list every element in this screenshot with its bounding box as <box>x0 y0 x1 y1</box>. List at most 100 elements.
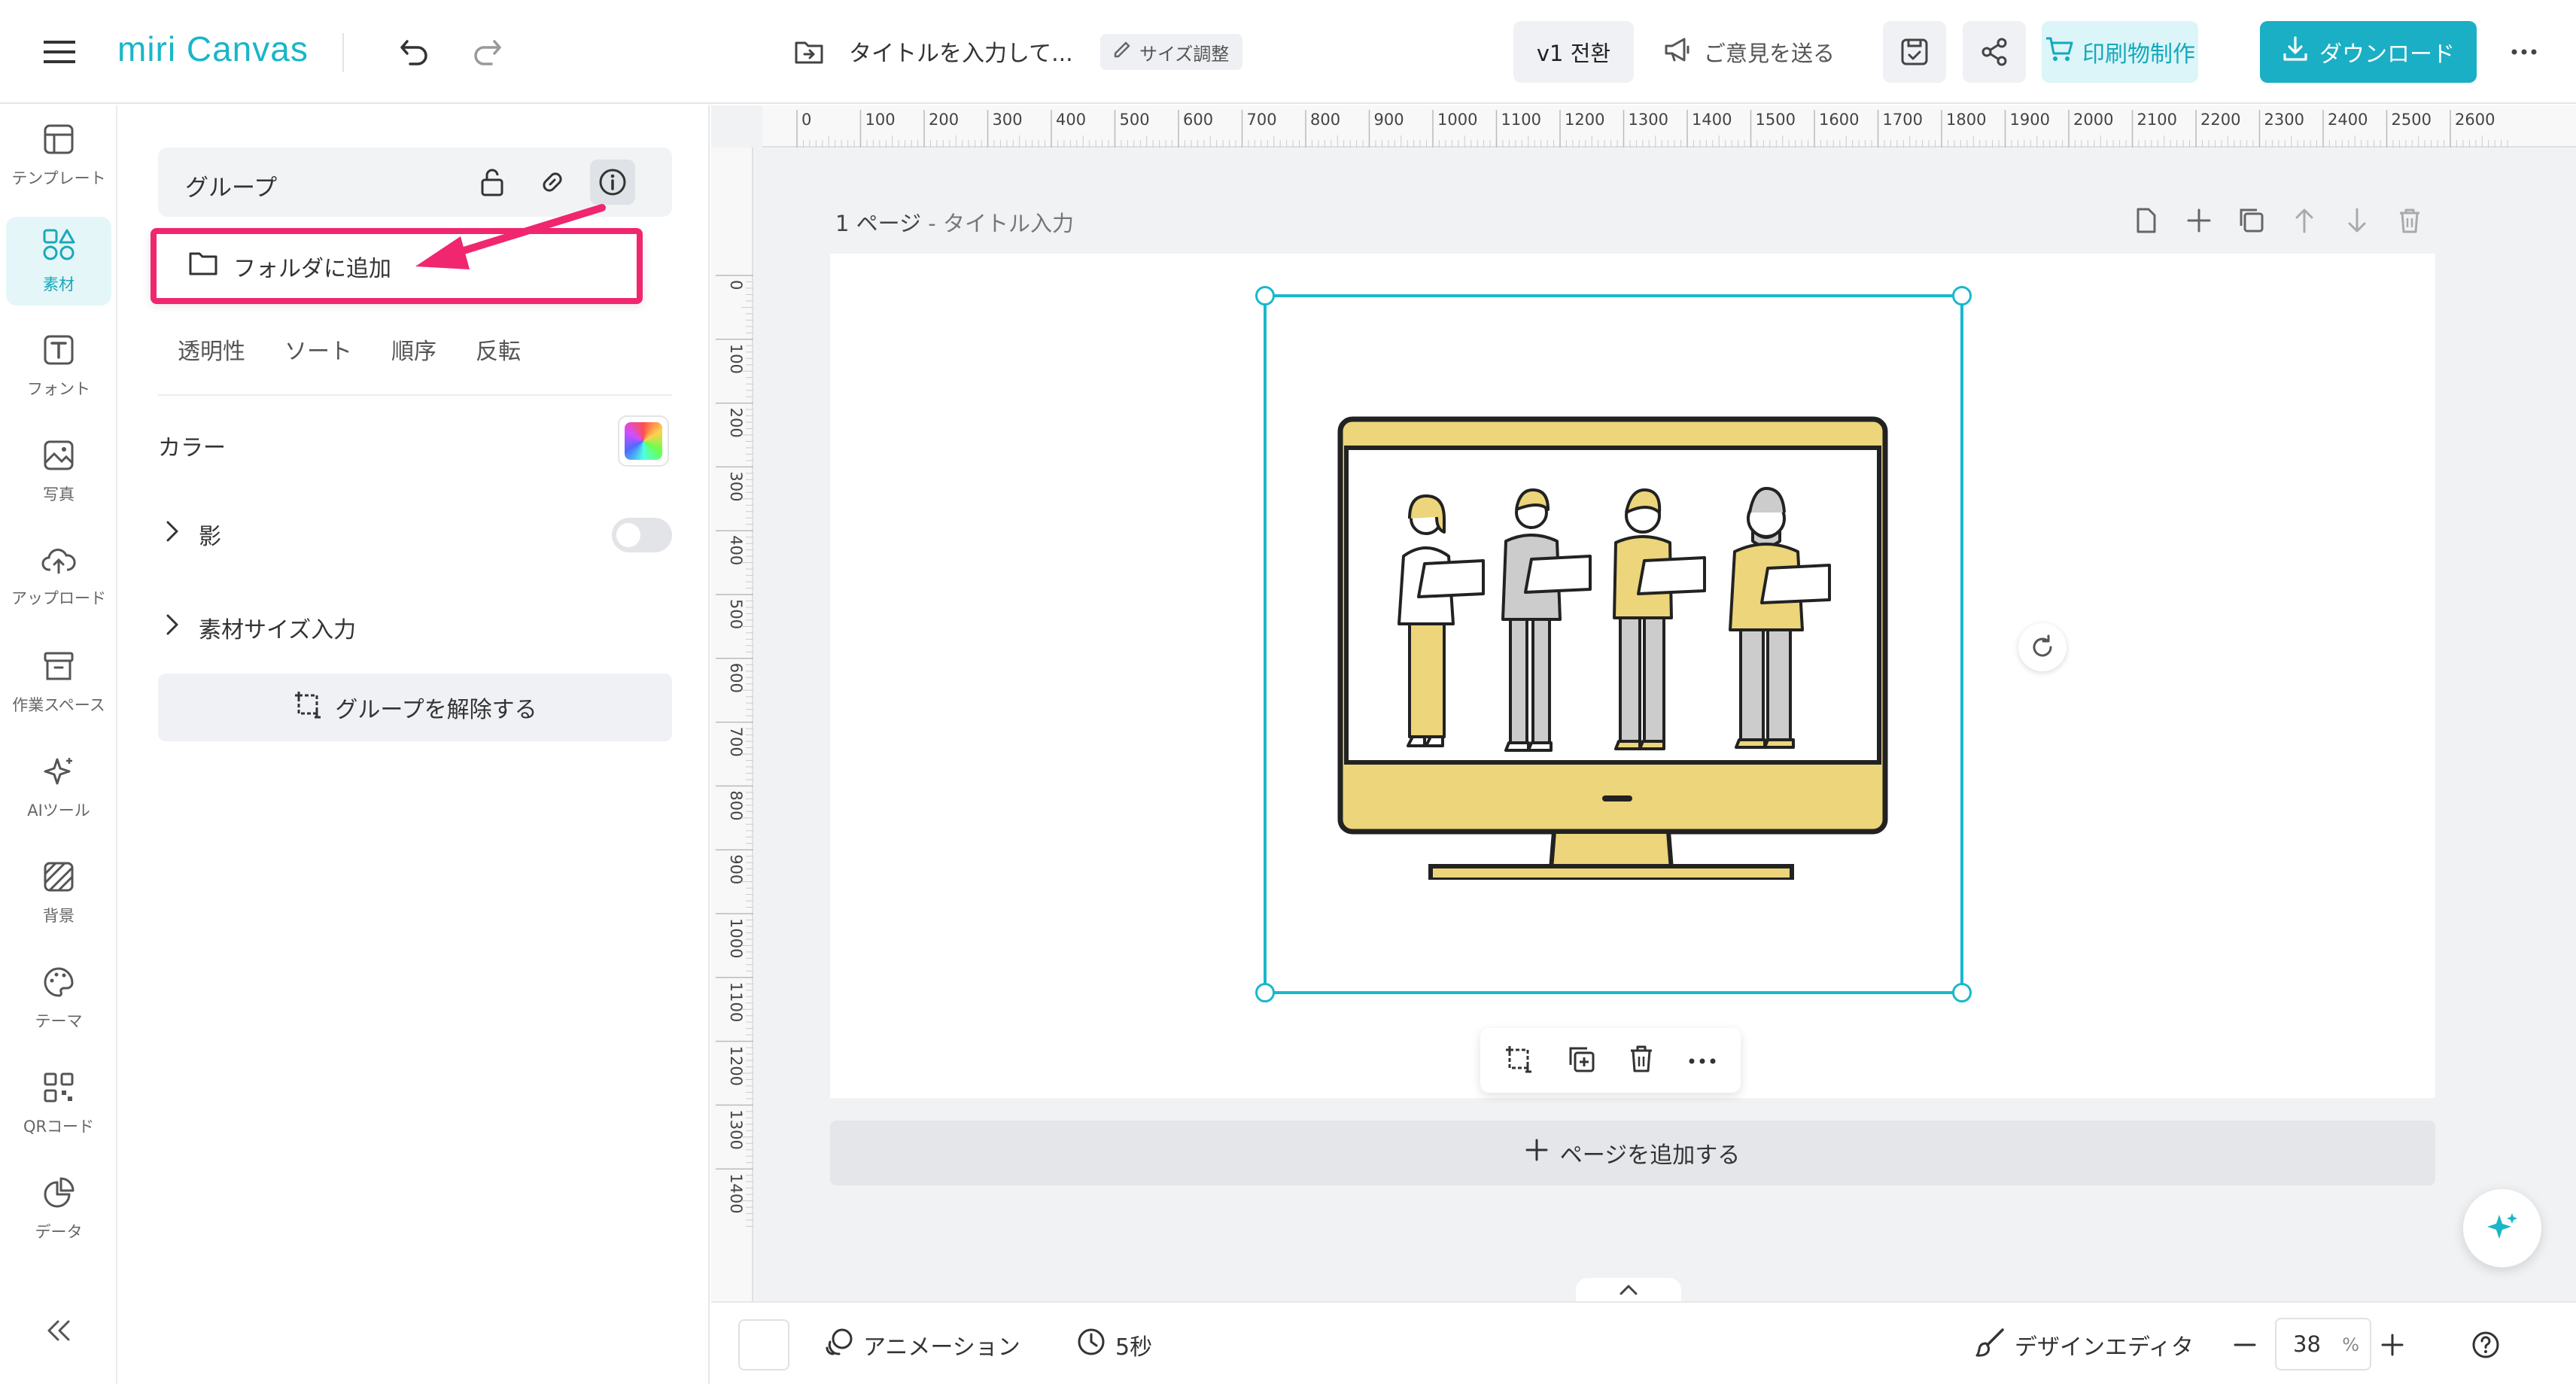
page-title-separator: - <box>921 211 943 236</box>
qr-icon <box>42 1071 75 1107</box>
resize-button[interactable]: サイズ調整 <box>1100 34 1243 70</box>
background-icon <box>42 860 75 896</box>
delete-page-icon[interactable] <box>2391 202 2428 239</box>
print-order-label: 印刷物制作 <box>2082 41 2195 68</box>
ruler-label: 1200 <box>1565 111 1604 129</box>
move-page-up-icon[interactable] <box>2286 202 2323 239</box>
print-order-button[interactable]: 印刷物制作 <box>2042 21 2198 83</box>
ruler-label: 400 <box>1056 111 1086 129</box>
rail-item-elements[interactable]: 素材 <box>6 217 111 306</box>
animation-button[interactable]: アニメーション <box>824 1319 1020 1370</box>
duplicate-icon[interactable] <box>1566 1044 1596 1077</box>
undo-icon[interactable] <box>393 30 436 74</box>
resize-label: サイズ調整 <box>1139 43 1230 65</box>
selection-frame[interactable] <box>1255 286 1972 1002</box>
ai-assistant-button[interactable] <box>2463 1189 2541 1267</box>
redo-icon[interactable] <box>465 30 509 74</box>
document-title[interactable]: タイトルを入力して... <box>849 35 1073 68</box>
resize-handle[interactable] <box>1952 286 1972 306</box>
font-icon <box>42 333 75 370</box>
design-editor-label: デザインエディタ <box>2015 1334 2194 1361</box>
more-options-icon[interactable] <box>2497 21 2551 83</box>
element-size-row[interactable]: 素材サイズ入力 <box>166 611 356 644</box>
rail-item-background[interactable]: 背景 <box>6 849 111 938</box>
duration-button[interactable]: 5秒 <box>1076 1319 1152 1370</box>
rail-item-photo[interactable]: 写真 <box>6 427 111 516</box>
menu-icon[interactable] <box>39 33 80 71</box>
move-to-folder-icon[interactable] <box>792 35 826 69</box>
rail-item-data[interactable]: データ <box>6 1165 111 1254</box>
zoom-in-icon[interactable] <box>2370 1319 2415 1370</box>
ungroup-icon[interactable] <box>1504 1044 1534 1077</box>
tab-sort[interactable]: ソート <box>284 333 352 366</box>
more-icon[interactable] <box>1687 1054 1717 1068</box>
rail-item-theme[interactable]: テーマ <box>6 954 111 1043</box>
palette-icon <box>42 966 75 1002</box>
brush-icon <box>1975 1327 2006 1363</box>
zoom-value: 38 <box>2293 1331 2321 1357</box>
add-page-icon[interactable] <box>2180 202 2218 239</box>
download-button[interactable]: ダウンロード <box>2260 21 2477 83</box>
move-page-down-icon[interactable] <box>2338 202 2376 239</box>
add-page-label: ページを追加する <box>1559 1142 1741 1169</box>
app-logo[interactable]: miri Canvas <box>117 29 309 69</box>
share-button[interactable] <box>1963 21 2026 83</box>
page-title-input[interactable]: タイトル入力 <box>943 211 1074 236</box>
shadow-label: 影 <box>199 524 221 550</box>
template-icon <box>42 123 75 159</box>
version-switch-button[interactable]: v1 전환 <box>1513 21 1634 83</box>
ruler-label: 900 <box>727 854 745 884</box>
resize-handle[interactable] <box>1255 983 1275 1002</box>
page-title-label[interactable]: 1 ページ - タイトル入力 <box>835 206 1074 238</box>
feedback-button[interactable]: ご意見を送る <box>1663 23 1835 81</box>
help-icon[interactable] <box>2460 1319 2511 1370</box>
shadow-row[interactable]: 影 <box>166 518 221 551</box>
rail-label: 写真 <box>43 485 75 503</box>
rail-item-qr[interactable]: QRコード <box>6 1060 111 1148</box>
ruler-label: 1100 <box>1501 111 1541 129</box>
megaphone-icon <box>1663 36 1693 68</box>
rail-item-workspace[interactable]: 作業スペース <box>6 638 111 727</box>
ruler-label: 2000 <box>2073 111 2113 129</box>
ruler-label: 500 <box>727 599 745 629</box>
rail-label: 背景 <box>43 907 75 925</box>
save-button[interactable] <box>1883 21 1946 83</box>
ungroup-button[interactable]: グループを解除する <box>158 674 672 741</box>
ruler-label: 2300 <box>2264 111 2304 129</box>
add-page-button[interactable]: ページを追加する <box>830 1121 2435 1185</box>
rail-item-font[interactable]: フォント <box>6 322 111 411</box>
collapse-rail-icon[interactable] <box>38 1309 80 1352</box>
top-toolbar: miri Canvas タイトルを入力して... サイズ調整 v1 전환 ご意見… <box>0 0 2576 104</box>
chart-icon <box>42 1176 75 1212</box>
divider <box>158 394 672 396</box>
trash-icon[interactable] <box>1628 1044 1655 1077</box>
ruler-label: 2400 <box>2328 111 2368 129</box>
ruler-label: 0 <box>801 111 811 129</box>
chevron-right-icon <box>166 613 179 642</box>
zoom-input[interactable]: 38 % <box>2275 1318 2371 1370</box>
rail-label: フォント <box>27 380 90 398</box>
resize-handle[interactable] <box>1255 286 1275 306</box>
page-background-swatch[interactable] <box>738 1319 789 1370</box>
duplicate-page-icon[interactable] <box>2233 202 2270 239</box>
color-picker-button[interactable] <box>618 415 669 467</box>
rail-item-template[interactable]: テンプレート <box>6 111 111 200</box>
tab-flip[interactable]: 反転 <box>476 333 521 366</box>
ruler-label: 1900 <box>2010 111 2050 129</box>
shadow-toggle[interactable] <box>612 518 672 552</box>
rotate-icon[interactable] <box>2018 623 2067 671</box>
tab-order[interactable]: 順序 <box>391 333 436 366</box>
animation-label: アニメーション <box>863 1334 1020 1361</box>
ruler-label: 1000 <box>1437 111 1477 129</box>
design-editor-button[interactable]: デザインエディタ <box>1975 1319 2194 1370</box>
tab-opacity[interactable]: 透明性 <box>178 333 245 366</box>
zoom-out-icon[interactable] <box>2222 1319 2267 1370</box>
rail-label: 素材 <box>43 275 75 294</box>
ruler-label: 700 <box>727 727 745 757</box>
rail-item-ai-tools[interactable]: AIツール <box>6 744 111 832</box>
canvas-workspace[interactable]: 0 100 200 300 400 500 600 700 800 900 1000 1100 1200… <box>711 105 2576 1301</box>
rail-item-upload[interactable]: アップロード <box>6 533 111 622</box>
plus-icon <box>1525 1139 1548 1167</box>
resize-handle[interactable] <box>1952 983 1972 1002</box>
page-note-icon[interactable] <box>2127 202 2165 239</box>
